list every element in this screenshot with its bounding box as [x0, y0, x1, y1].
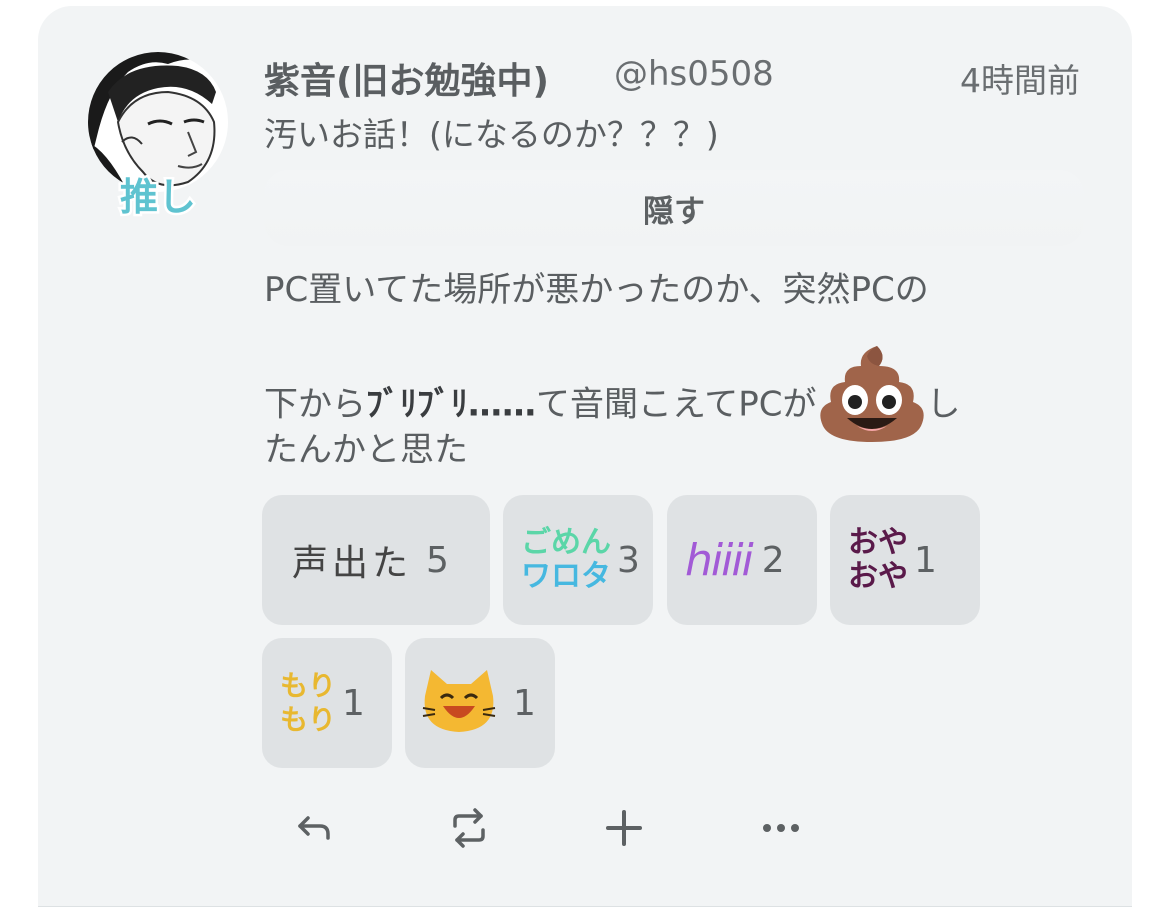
- reaction-koe-deta[interactable]: 声出た 5: [262, 495, 490, 625]
- reaction-count: 1: [914, 539, 937, 581]
- reaction-count: 2: [761, 539, 785, 581]
- reaction-count: 5: [426, 539, 449, 581]
- body-text-bold: ﾌﾞﾘﾌﾞﾘ……: [366, 384, 536, 425]
- reaction-hiiii[interactable]: hiiii 2: [667, 495, 817, 625]
- renote-icon[interactable]: [441, 800, 497, 856]
- avatar[interactable]: 推し: [88, 52, 228, 222]
- reaction-oya-oya[interactable]: おや おや 1: [830, 495, 980, 625]
- avatar-badge: 推し: [120, 175, 196, 219]
- more-icon[interactable]: [753, 800, 809, 856]
- reaction-count: 3: [617, 539, 640, 581]
- body-text: し: [926, 384, 961, 425]
- reaction-laughing-cat[interactable]: 1: [405, 638, 555, 768]
- content-warning: 汚いお話！(になるのか？？？): [264, 115, 719, 154]
- reaction-count: 1: [342, 682, 365, 724]
- reaction-emoji-icon: もり もり: [280, 669, 337, 736]
- body-text: 下から: [264, 384, 366, 425]
- reaction-count: 1: [513, 682, 536, 724]
- reaction-emoji-icon: hiiii: [685, 534, 754, 586]
- laughing-cat-icon: [421, 668, 497, 738]
- reaction-emoji-label: 声出た: [292, 543, 413, 584]
- hide-button[interactable]: 隠す: [264, 170, 1084, 246]
- reaction-gomen-warota[interactable]: ごめん ワロタ 3: [503, 495, 653, 625]
- body-text: て音聞こえてPCが: [536, 384, 817, 425]
- timestamp[interactable]: 4時間前: [960, 54, 1080, 102]
- note-header: 紫音(旧お勉強中) @hs0508 4時間前: [264, 52, 1080, 102]
- reply-icon[interactable]: [286, 800, 342, 856]
- reaction-emoji-icon: おや おや: [848, 525, 908, 594]
- body-line: たんかと思た: [264, 430, 468, 470]
- reaction-emoji-icon: ごめん ワロタ: [521, 525, 611, 594]
- poop-emoji-icon: [817, 342, 927, 446]
- user-handle[interactable]: @hs0508: [614, 54, 774, 94]
- display-name[interactable]: 紫音(旧お勉強中): [264, 52, 549, 104]
- body-line: PC置いてた場所が悪かったのか、突然PCの: [264, 270, 929, 310]
- reaction-mori-mori[interactable]: もり もり 1: [262, 638, 392, 768]
- plus-icon[interactable]: [596, 800, 652, 856]
